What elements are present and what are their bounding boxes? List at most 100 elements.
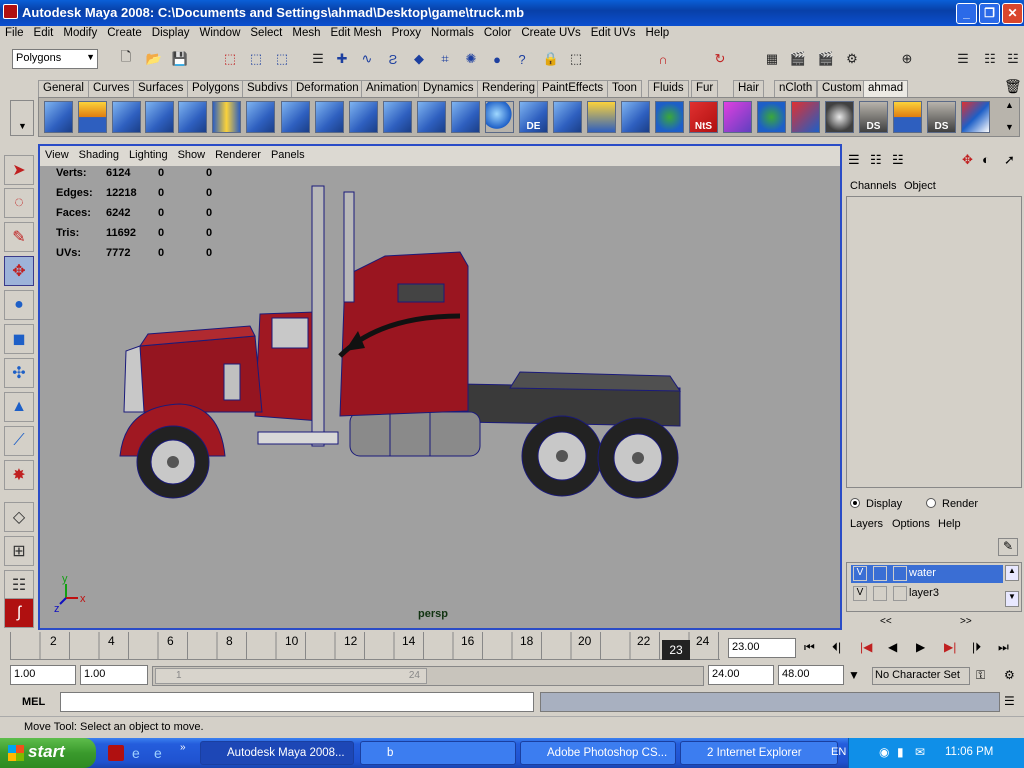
shelf-menu-button[interactable]: ▼	[10, 100, 34, 136]
snap-view-plane-icon[interactable]: ◆	[409, 49, 429, 69]
select-hierarchy-icon[interactable]: ⬚	[220, 49, 240, 69]
tab-subdivs[interactable]: Subdivs	[242, 80, 293, 97]
render-radio[interactable]	[926, 498, 936, 508]
snap-point-icon[interactable]: Ƨ	[383, 49, 403, 69]
channel-box-toggle-icon[interactable]: ☰	[953, 49, 973, 69]
menu-edit-uvs[interactable]: Edit UVs	[586, 26, 641, 39]
layer-row[interactable]: V water	[851, 565, 1003, 583]
render-settings-icon[interactable]: ⚙	[842, 49, 862, 69]
select-tool-icon[interactable]: ➤	[4, 155, 34, 185]
layers-menu[interactable]: Layers	[850, 518, 883, 530]
layer-visibility-toggle[interactable]: V	[853, 566, 867, 581]
tab-deformation[interactable]: Deformation	[291, 80, 364, 97]
lock-icon[interactable]: 🔒	[541, 49, 561, 69]
single-perspective-layout-icon[interactable]: ◇	[4, 502, 34, 532]
tab-curves[interactable]: Curves	[88, 80, 135, 97]
shelf-tool-8-icon[interactable]	[281, 101, 310, 133]
sphere-icon[interactable]	[485, 101, 514, 133]
shelf-tool-5-icon[interactable]	[178, 101, 207, 133]
close-button[interactable]: ✕	[1002, 3, 1023, 24]
playback-end-field[interactable]: 24.00	[708, 665, 774, 685]
display-radio[interactable]	[850, 498, 860, 508]
layer-scroll-left-button[interactable]: <<	[880, 616, 892, 627]
menu-edit-mesh[interactable]: Edit Mesh	[325, 26, 386, 39]
options-menu[interactable]: Options	[892, 518, 930, 530]
shelf-tool-9-icon[interactable]	[315, 101, 344, 133]
transform-icon[interactable]: ✥	[962, 152, 973, 168]
shelf-tool-17-icon[interactable]	[621, 101, 650, 133]
shelf-tool-3-icon[interactable]	[112, 101, 141, 133]
move-arrow-icon[interactable]: ➚	[1004, 152, 1015, 168]
trash-icon[interactable]: 🗑	[1004, 78, 1022, 95]
go-to-end-icon[interactable]: ⏭	[998, 640, 1009, 655]
tab-painteffects[interactable]: PaintEffects	[537, 80, 609, 97]
mel-label[interactable]: MEL	[22, 696, 45, 708]
tool-settings-toggle-icon[interactable]: ☳	[1003, 49, 1023, 69]
select-object-icon[interactable]: ⬚	[246, 49, 266, 69]
step-forward-key-icon[interactable]: ▶|	[944, 640, 956, 654]
minimize-button[interactable]: _	[956, 3, 977, 24]
shelf-scroll-up-icon[interactable]: ▲	[1005, 100, 1014, 110]
current-frame-marker[interactable]: 23	[662, 640, 690, 660]
shelf-tool-7-icon[interactable]	[246, 101, 275, 133]
menu-edit[interactable]: Edit	[29, 26, 59, 39]
shelf-tool-ds2-icon[interactable]: DS	[927, 101, 956, 133]
step-forward-frame-icon[interactable]: |⏵	[972, 640, 981, 655]
shelf-tool-ds-icon[interactable]: DS	[859, 101, 888, 133]
character-set-dropdown-arrow-icon[interactable]: ▼	[848, 668, 860, 682]
select-component-icon[interactable]: ⬚	[272, 49, 292, 69]
snap-live-icon[interactable]: ⌗	[435, 49, 455, 69]
help-menu[interactable]: Help	[938, 518, 961, 530]
channel-and-layer-toggle-icon[interactable]: ☳	[892, 152, 904, 168]
render-view-icon[interactable]: ▦	[762, 49, 782, 69]
range-start-field[interactable]: 1.00	[10, 665, 76, 685]
soft-modification-icon[interactable]: ▲	[4, 392, 34, 422]
viewport-panel[interactable]: View Shading Lighting Show Renderer Panels Ve…	[38, 144, 842, 630]
layer-color-swatch[interactable]	[893, 586, 907, 601]
tray-network-icon[interactable]: ▮	[897, 745, 904, 759]
menu-window[interactable]: Window	[194, 26, 245, 39]
quicklaunch-expand-icon[interactable]: »	[180, 742, 186, 753]
shelf-tool-12-icon[interactable]	[417, 101, 446, 133]
menuset-dropdown[interactable]: Polygons ▼	[12, 49, 98, 69]
shelf-tool-2-icon[interactable]	[78, 101, 107, 133]
character-set-dropdown[interactable]: No Character Set	[872, 667, 970, 685]
layer-scroll-down-icon[interactable]: ▼	[1005, 591, 1019, 607]
tab-fur[interactable]: Fur	[691, 80, 719, 97]
task-folder-b[interactable]: b	[360, 741, 516, 765]
tab-fluids[interactable]: Fluids	[648, 80, 689, 97]
menu-display[interactable]: Display	[147, 26, 195, 39]
truck-model[interactable]: y x z	[40, 166, 840, 626]
shelf-tool-20-icon[interactable]	[723, 101, 752, 133]
mel-input[interactable]	[60, 692, 534, 712]
shelf-tool-18-icon[interactable]	[655, 101, 684, 133]
four-view-layout-icon[interactable]: ⊞	[4, 536, 34, 566]
menu-select[interactable]: Select	[245, 26, 287, 39]
open-scene-icon[interactable]: 📂	[144, 49, 164, 69]
go-to-start-icon[interactable]: ⏮	[804, 640, 815, 655]
step-back-key-icon[interactable]: |◀	[860, 640, 872, 654]
new-scene-icon[interactable]: 🗋	[116, 49, 136, 69]
snap-grid-icon[interactable]: ✚	[332, 49, 352, 69]
select-filter-icon[interactable]: ☰	[308, 49, 328, 69]
tab-rendering[interactable]: Rendering	[477, 80, 541, 97]
layer-scroll-right-button[interactable]: >>	[960, 616, 972, 627]
layer-type-toggle[interactable]	[873, 566, 887, 581]
channel-box-toggle-icon[interactable]: ☰	[848, 152, 860, 168]
auto-key-icon[interactable]: ⚿	[976, 668, 985, 683]
show-manipulator-icon[interactable]: ⟋	[4, 426, 34, 456]
render-current-icon[interactable]: 🎬	[788, 49, 808, 69]
render-ipr-icon[interactable]: 🎬	[816, 49, 836, 69]
menu-mesh[interactable]: Mesh	[287, 26, 325, 39]
script-editor-icon[interactable]: ☰	[1004, 694, 1015, 708]
shelf-tool-21-icon[interactable]	[757, 101, 786, 133]
tab-dynamics[interactable]: Dynamics	[418, 80, 479, 97]
tab-hair[interactable]: Hair	[733, 80, 765, 97]
move-tool-icon[interactable]: ✥	[4, 256, 34, 286]
vp-menu-view[interactable]: View	[40, 146, 74, 161]
menu-color[interactable]: Color	[479, 26, 516, 39]
menu-file[interactable]: File	[0, 26, 29, 39]
lasso-tool-icon[interactable]: ◌	[4, 188, 34, 218]
tab-toon[interactable]: Toon	[607, 80, 642, 97]
shelf-tool-11-icon[interactable]	[383, 101, 412, 133]
